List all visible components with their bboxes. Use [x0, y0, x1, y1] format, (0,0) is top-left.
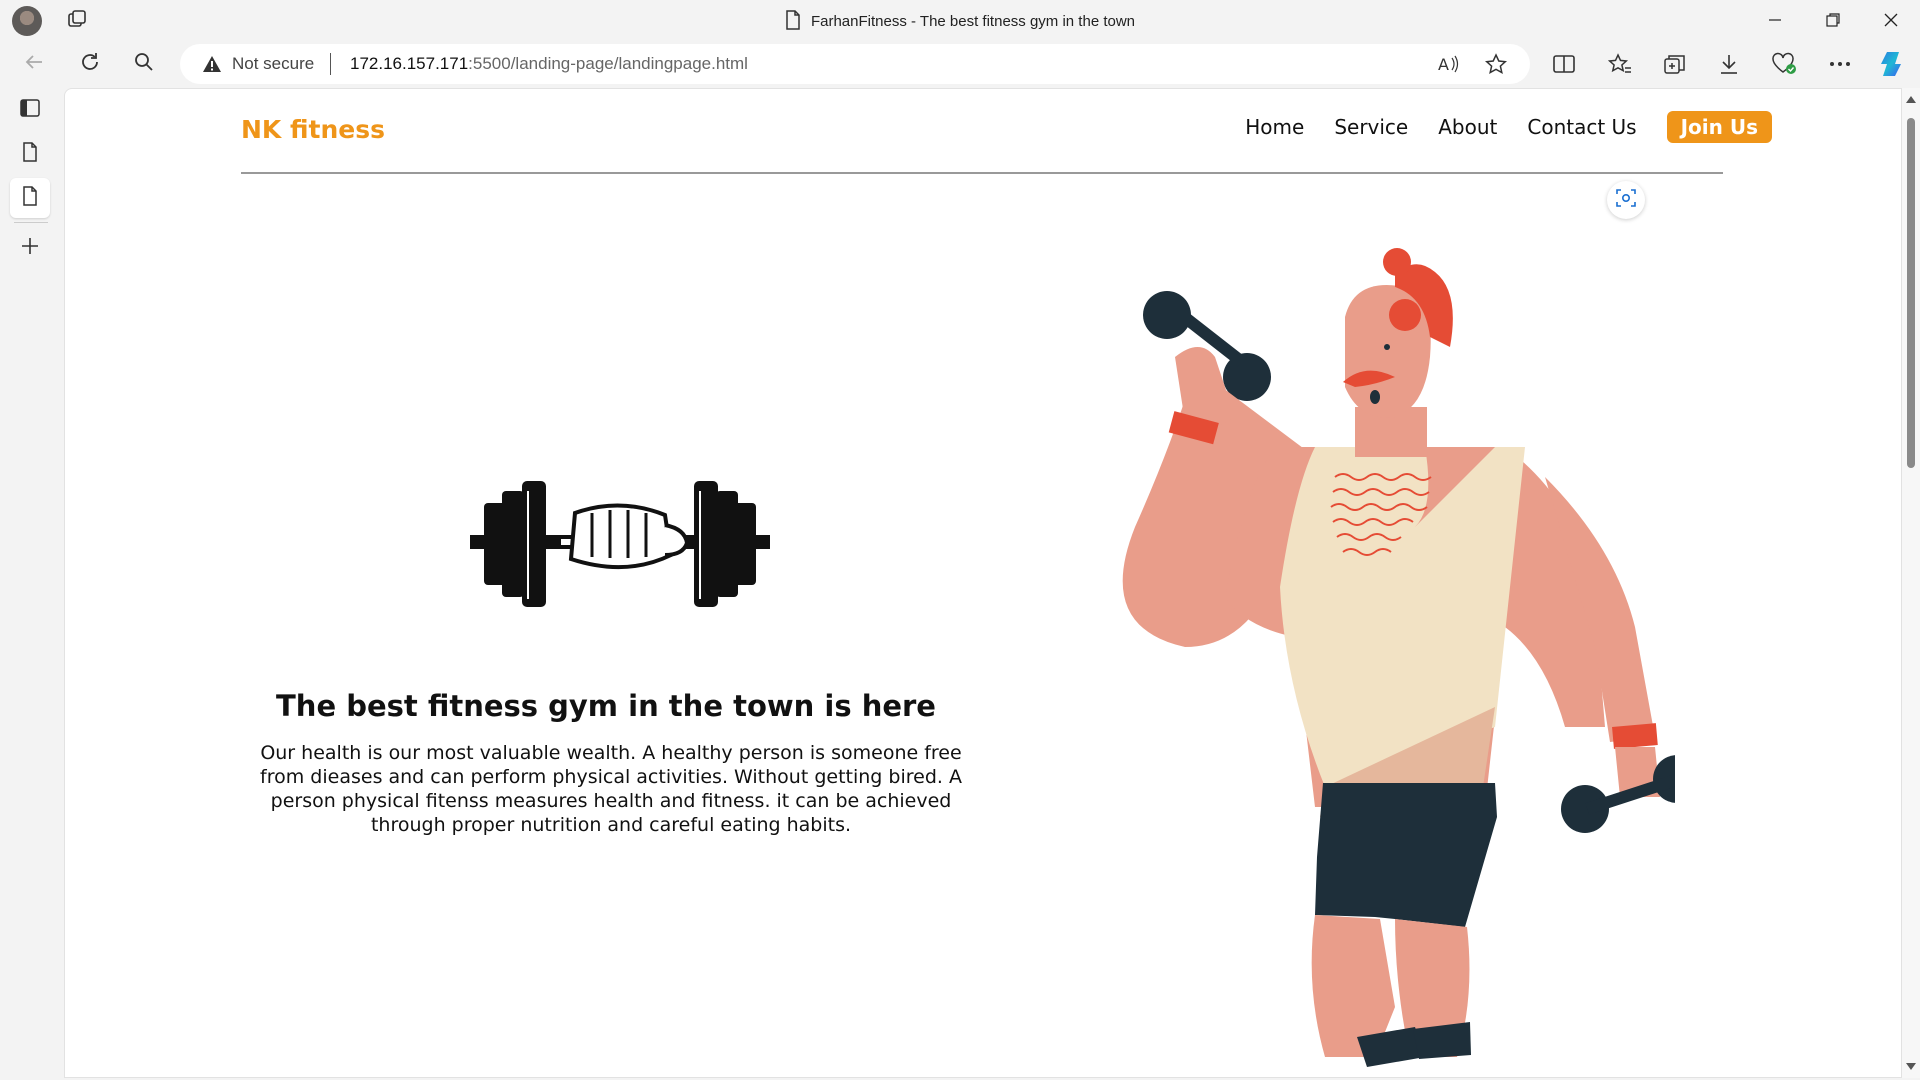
browser-essentials-icon[interactable]: [1769, 50, 1799, 78]
nav-service[interactable]: Service: [1334, 115, 1408, 139]
tab-title: FarhanFitness - The best fitness gym in …: [810, 12, 1136, 30]
nav-about[interactable]: About: [1438, 115, 1497, 139]
hero-paragraph: Our health is our most valuable wealth. …: [260, 742, 962, 836]
page-viewport: NK fitness Home Service About Contact Us…: [64, 88, 1902, 1078]
hero-headline: The best fitness gym in the town is here: [276, 689, 936, 723]
minimize-button[interactable]: [1752, 6, 1798, 34]
url-text[interactable]: 172.16.157.171:5500/landing-page/landing…: [350, 54, 748, 74]
tab-actions-icon: [20, 99, 40, 121]
doc-icon: [785, 10, 801, 34]
address-separator: [330, 53, 331, 75]
nav-contact[interactable]: Contact Us: [1527, 115, 1636, 139]
site-logo[interactable]: NK fitness: [241, 115, 385, 144]
plus-icon: [21, 237, 39, 259]
scroll-up-arrow[interactable]: [1906, 96, 1916, 103]
collections-icon[interactable]: [1660, 50, 1690, 78]
site-nav: Home Service About Contact Us Join Us: [1215, 111, 1772, 143]
url-host: 172.16.157.171: [350, 54, 469, 73]
address-bar[interactable]: Not secure 172.16.157.171:5500/landing-p…: [180, 44, 1530, 84]
page-icon: [22, 142, 38, 166]
join-us-button[interactable]: Join Us: [1666, 111, 1772, 143]
page-icon: [22, 186, 38, 210]
search-icon: [134, 52, 154, 76]
url-path: :5500/landing-page/landingpage.html: [468, 54, 748, 73]
tab-separator: [14, 222, 48, 223]
download-icon[interactable]: [1714, 50, 1744, 78]
warning-icon: [202, 55, 222, 77]
tab-actions-button[interactable]: [10, 90, 50, 130]
copilot-icon[interactable]: [1877, 50, 1907, 78]
strongman-illustration: [1122, 248, 1675, 1067]
scroll-down-arrow[interactable]: [1906, 1063, 1916, 1070]
vertical-tab-bar: [0, 88, 64, 1080]
new-tab-button[interactable]: [10, 228, 50, 268]
address-bar-row: Not secure 172.16.157.171:5500/landing-p…: [0, 40, 1920, 88]
restore-button[interactable]: [1810, 6, 1856, 34]
security-label[interactable]: Not secure: [232, 54, 314, 74]
page-scrollbar[interactable]: [1902, 88, 1920, 1078]
scroll-thumb[interactable]: [1907, 118, 1915, 468]
tab-item-1[interactable]: [10, 134, 50, 174]
search-button[interactable]: [128, 50, 160, 78]
back-button[interactable]: [18, 50, 50, 78]
tab-item-2[interactable]: [10, 178, 50, 218]
read-aloud-icon[interactable]: A: [1437, 53, 1459, 75]
favorites-icon[interactable]: [1605, 50, 1635, 78]
close-button[interactable]: [1868, 6, 1914, 34]
header-divider: [241, 172, 1723, 174]
favorite-star-icon[interactable]: [1485, 53, 1507, 75]
split-screen-icon[interactable]: [1549, 50, 1579, 78]
refresh-icon: [79, 51, 101, 77]
dumbbell-fist-illustration: [470, 481, 770, 607]
title-bar: FarhanFitness - The best fitness gym in …: [0, 0, 1920, 40]
window-title: FarhanFitness - The best fitness gym in …: [0, 10, 1920, 34]
nav-home[interactable]: Home: [1245, 115, 1304, 139]
svg-text:A: A: [1438, 55, 1449, 74]
refresh-button[interactable]: [74, 50, 106, 78]
back-icon: [24, 53, 44, 75]
more-icon[interactable]: [1825, 50, 1855, 78]
